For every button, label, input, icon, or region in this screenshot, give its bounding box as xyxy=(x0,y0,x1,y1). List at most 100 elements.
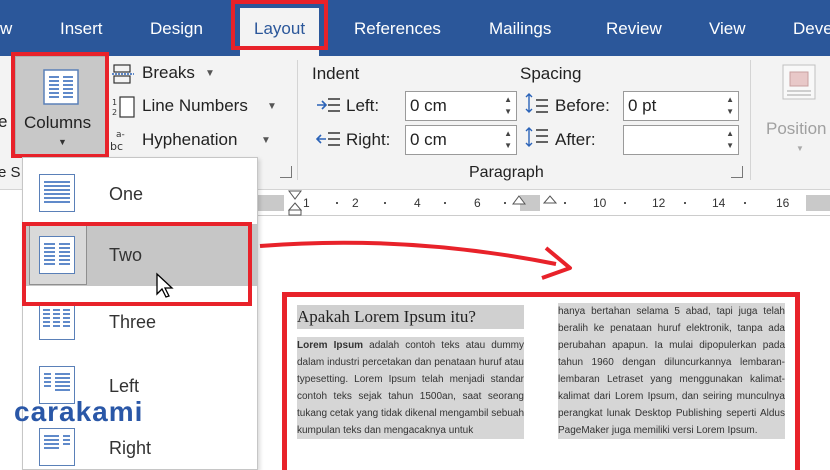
column-left-indent-marker[interactable] xyxy=(543,195,557,211)
tab-design[interactable]: Design xyxy=(150,0,203,56)
logo-text: carakami xyxy=(14,396,144,427)
carakami-logo: carakami xyxy=(14,396,143,428)
tab-developer-partial[interactable]: Deve xyxy=(793,0,830,56)
ruler-tick: 2 xyxy=(352,196,359,210)
margins-label-partial[interactable]: e xyxy=(0,112,7,132)
curved-arrow-annotation xyxy=(259,240,572,280)
tab-references[interactable]: References xyxy=(354,0,441,56)
columns-button[interactable]: Columns ▼ xyxy=(15,56,107,156)
indent-left-label: Left: xyxy=(346,96,380,115)
column-option-label: Left xyxy=(109,376,140,396)
spacing-before-value: 0 pt xyxy=(628,96,657,115)
first-line-indent-marker[interactable] xyxy=(287,190,303,216)
chevron-down-icon: ▼ xyxy=(796,144,804,153)
spacing-title: Spacing xyxy=(520,64,582,83)
ruler-margin-right xyxy=(806,195,830,211)
one-column-icon xyxy=(39,174,75,212)
chevron-down-icon: ▼ xyxy=(267,101,277,112)
line-numbers-button[interactable]: 1 2 Line Numbers ▼ xyxy=(112,95,282,119)
column-option-label: One xyxy=(109,184,144,204)
spin-down-icon[interactable]: ▼ xyxy=(504,107,512,117)
spin-up-icon[interactable]: ▲ xyxy=(726,95,734,105)
svg-text:2: 2 xyxy=(112,108,117,117)
paragraph-group-label: Paragraph xyxy=(469,164,544,181)
group-separator xyxy=(297,60,298,180)
hyphenation-label: Hyphenation xyxy=(142,130,238,149)
right-column-icon xyxy=(39,428,75,466)
document-paragraph-2: hanya bertahan selama 5 abad, tapi juga … xyxy=(558,303,785,439)
horizontal-ruler[interactable]: 1 2 4 6 10 12 14 16 xyxy=(258,190,830,216)
position-icon xyxy=(782,64,816,100)
tab-mailings[interactable]: Mailings xyxy=(489,0,551,56)
tab-view[interactable]: View xyxy=(709,0,746,56)
indent-right-icon xyxy=(316,132,340,146)
indent-title: Indent xyxy=(312,64,360,83)
spacing-after-label: After: xyxy=(555,130,596,149)
tab-layout[interactable]: Layout xyxy=(240,8,320,56)
line-numbers-label: Line Numbers xyxy=(142,96,248,115)
tab-review[interactable]: Review xyxy=(606,0,662,56)
paragraph-dialog-launcher[interactable] xyxy=(731,166,743,178)
chevron-down-icon: ▼ xyxy=(261,135,271,146)
column-option-label: Three xyxy=(109,312,157,332)
document-heading: Apakah Lorem Ipsum itu? xyxy=(297,305,524,329)
hyphenation-button[interactable]: a- bc Hyphenation ▼ xyxy=(110,128,280,152)
ruler-margin-left xyxy=(258,195,284,211)
indent-left-input[interactable]: 0 cm ▲ ▼ xyxy=(405,91,517,121)
document-column-1: Apakah Lorem Ipsum itu? Lorem Ipsum adal… xyxy=(297,305,524,439)
ribbon-tab-bar: w Insert Design Layout References Mailin… xyxy=(0,0,830,56)
columns-label: Columns xyxy=(24,113,92,132)
breaks-icon xyxy=(112,64,134,84)
document-paragraph-1: Lorem Ipsum adalah contoh teks atau dumm… xyxy=(297,337,524,439)
column-option-two[interactable]: Two xyxy=(23,224,257,298)
ruler-tick: 4 xyxy=(414,196,421,210)
paragraph-text: adalah contoh teks atau dummy dalam indu… xyxy=(297,340,525,436)
column-option-label: Two xyxy=(109,245,143,265)
indent-right-input[interactable]: 0 cm ▲ ▼ xyxy=(405,125,517,155)
spin-down-icon[interactable]: ▼ xyxy=(504,141,512,151)
bold-term: Lorem Ipsum xyxy=(297,340,364,351)
column-option-three[interactable]: Three xyxy=(23,290,257,354)
two-columns-icon xyxy=(39,236,75,274)
ruler-tick: 6 xyxy=(474,196,481,210)
three-columns-icon xyxy=(39,302,75,340)
spin-down-icon[interactable]: ▼ xyxy=(726,107,734,117)
position-label: Position xyxy=(766,119,827,138)
spacing-before-input[interactable]: 0 pt ▲ ▼ xyxy=(623,91,739,121)
spacing-before-label: Before: xyxy=(555,96,610,115)
ruler-tick: 14 xyxy=(712,196,726,210)
document-column-2: hanya bertahan selama 5 abad, tapi juga … xyxy=(558,303,785,439)
two-column-document: Apakah Lorem Ipsum itu? Lorem Ipsum adal… xyxy=(282,292,800,470)
column-option-one[interactable]: One xyxy=(23,160,257,224)
spin-up-icon[interactable]: ▲ xyxy=(504,129,512,139)
position-button[interactable]: Position ▼ xyxy=(762,62,830,162)
breaks-label: Breaks xyxy=(142,63,195,82)
ruler-tick: 10 xyxy=(593,196,607,210)
group-separator xyxy=(750,60,751,180)
indent-left-icon xyxy=(317,98,340,112)
svg-text:1: 1 xyxy=(112,98,117,107)
ruler-tick: 12 xyxy=(652,196,666,210)
tab-insert[interactable]: Insert xyxy=(60,0,103,56)
chevron-down-icon: ▼ xyxy=(205,68,215,79)
tab-view-partial[interactable]: w xyxy=(0,0,12,56)
hyphenation-icon: a- bc xyxy=(110,130,125,152)
page-setup-dialog-launcher[interactable] xyxy=(280,166,292,178)
indent-right-value: 0 cm xyxy=(410,130,447,149)
chevron-down-icon: ▼ xyxy=(58,137,67,147)
indent-right-label: Right: xyxy=(346,130,391,149)
spacing-before-icon xyxy=(525,93,548,113)
spin-up-icon[interactable]: ▲ xyxy=(726,129,734,139)
page-setup-group-partial: e S xyxy=(0,164,21,181)
spin-down-icon[interactable]: ▼ xyxy=(726,141,734,151)
ruler-tick: 16 xyxy=(776,196,790,210)
breaks-button[interactable]: Breaks ▼ xyxy=(112,62,222,86)
ruler-tick: 1 xyxy=(303,196,310,210)
svg-text:a-: a- xyxy=(116,130,125,140)
right-indent-marker[interactable] xyxy=(511,195,527,213)
spin-up-icon[interactable]: ▲ xyxy=(504,95,512,105)
svg-text:bc: bc xyxy=(110,140,123,152)
spacing-after-input[interactable]: ▲ ▼ xyxy=(623,125,739,155)
columns-icon xyxy=(43,69,79,105)
indent-left-value: 0 cm xyxy=(410,96,447,115)
